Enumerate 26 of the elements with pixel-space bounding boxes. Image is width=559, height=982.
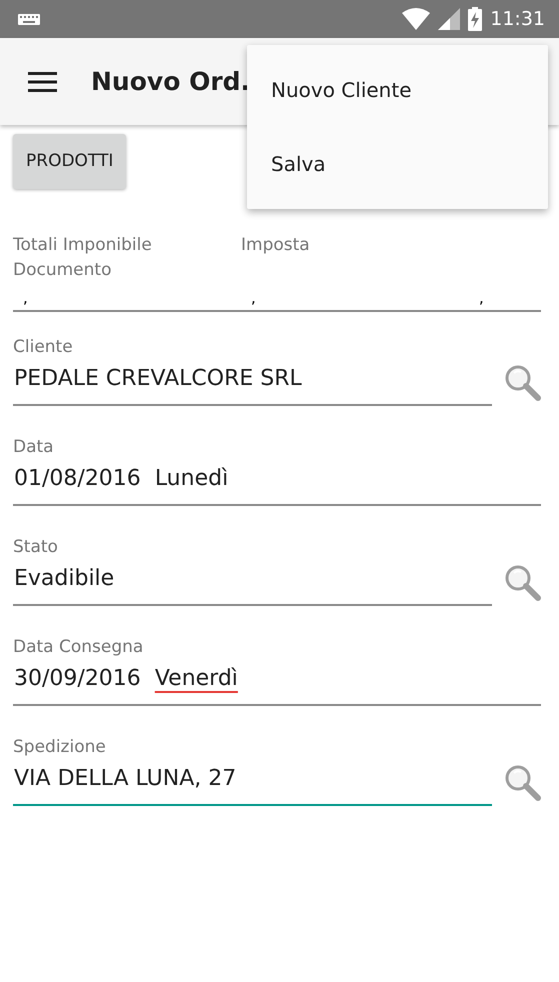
- input-field[interactable]: 30/09/2016 Venerdì: [13, 658, 541, 706]
- total-value: ,: [22, 291, 28, 306]
- total-label: Imposta: [241, 234, 311, 257]
- input-field[interactable]: VIA DELLA LUNA, 27: [13, 758, 492, 806]
- total-value: ,: [478, 291, 484, 306]
- menu-icon[interactable]: [28, 72, 57, 92]
- field-label: Cliente: [13, 336, 74, 358]
- total-value: ,: [250, 291, 256, 306]
- search-icon[interactable]: [504, 764, 541, 800]
- wifi-icon: [402, 8, 430, 30]
- input-field[interactable]: 01/08/2016 Lunedì: [13, 458, 541, 506]
- menu-item[interactable]: Salva: [247, 127, 548, 201]
- field-label: Data Consegna: [13, 636, 144, 658]
- signal-icon: [438, 8, 460, 30]
- products-button[interactable]: PRODOTTI: [13, 134, 126, 189]
- field-label: Data: [13, 436, 55, 458]
- status-time: 11:31: [490, 6, 545, 32]
- input-field[interactable]: Evadibile: [13, 558, 492, 606]
- field-label: Spedizione: [13, 736, 107, 758]
- total-label: Totali Imponibile Documento: [13, 234, 153, 282]
- battery-icon: [468, 7, 482, 31]
- input-field[interactable]: PEDALE CREVALCORE SRL: [13, 358, 492, 406]
- search-icon[interactable]: [504, 364, 541, 400]
- search-icon[interactable]: [504, 564, 541, 600]
- field-label: Stato: [13, 536, 59, 558]
- keyboard-icon: [18, 14, 40, 24]
